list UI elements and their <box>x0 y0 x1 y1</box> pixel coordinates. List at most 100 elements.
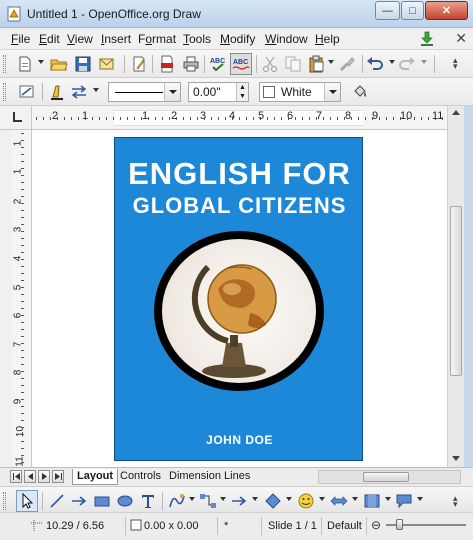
menu-tools[interactable]: Tools <box>183 32 211 46</box>
chevron-down-icon[interactable] <box>417 497 423 501</box>
ruler-tick <box>127 117 128 120</box>
ruler-tick <box>323 117 324 120</box>
vertical-ruler[interactable]: 11234567891011 <box>12 130 32 467</box>
curve-tool[interactable] <box>166 490 188 512</box>
chevron-down-icon[interactable] <box>38 60 44 64</box>
menu-edit[interactable]: Edit <box>39 32 60 46</box>
toolbar-overflow-icon[interactable]: ▴ ▾ <box>453 56 458 71</box>
arrow-style-button[interactable] <box>68 81 90 103</box>
menu-format[interactable]: Format <box>138 32 176 46</box>
curve-icon <box>169 494 185 508</box>
spin-buttons[interactable]: ▲ ▼ <box>236 83 248 101</box>
close-button[interactable]: ✕ <box>425 1 468 20</box>
ruler-tick <box>141 117 142 120</box>
undo-button[interactable] <box>364 53 386 75</box>
connector-tool[interactable] <box>197 490 219 512</box>
minimize-icon: — <box>382 4 393 17</box>
line-width-field[interactable]: 0.00" ▲ ▼ <box>188 82 249 102</box>
toolbar-overflow-icon[interactable]: ▴ ▾ <box>453 494 458 509</box>
chevron-down-icon[interactable] <box>385 497 391 501</box>
first-tab-button[interactable] <box>10 470 22 483</box>
toolbar-grip[interactable] <box>3 492 6 510</box>
tab-stop-icon[interactable] <box>13 112 22 122</box>
menu-file[interactable]: File <box>11 32 30 46</box>
scroll-down-icon[interactable] <box>452 456 460 461</box>
chevron-down-icon[interactable] <box>189 497 195 501</box>
horizontal-scrollbar[interactable] <box>318 470 461 484</box>
tab-dimension-lines[interactable]: Dimension Lines <box>165 469 254 485</box>
tab-controls[interactable]: Controls <box>116 469 165 485</box>
cut-button[interactable] <box>259 53 281 75</box>
next-tab-button[interactable] <box>38 470 50 483</box>
minimize-button[interactable]: — <box>375 1 400 20</box>
text-tool[interactable] <box>137 490 159 512</box>
rectangle-tool[interactable] <box>91 490 113 512</box>
zoom-out-icon[interactable]: ⊖ <box>371 518 381 532</box>
chevron-down-icon[interactable] <box>93 88 99 92</box>
basic-shapes-tool[interactable] <box>262 490 284 512</box>
edit-file-button[interactable] <box>128 53 150 75</box>
arrow-line-tool[interactable] <box>68 490 90 512</box>
chevron-down-icon[interactable] <box>164 83 180 101</box>
menu-window[interactable]: Window <box>265 32 308 46</box>
scrollbar-thumb[interactable] <box>450 206 462 376</box>
tab-layout[interactable]: Layout <box>72 469 119 485</box>
open-button[interactable] <box>48 53 70 75</box>
update-available-icon[interactable] <box>419 31 435 47</box>
ruler-tick <box>21 329 24 330</box>
ruler-label: 1 <box>82 110 89 122</box>
new-button[interactable] <box>14 53 36 75</box>
print-button[interactable] <box>180 53 202 75</box>
redo-button[interactable] <box>396 53 418 75</box>
block-arrows-tool[interactable] <box>328 490 350 512</box>
edit-file-icon <box>133 56 145 72</box>
vertical-scrollbar[interactable] <box>447 106 464 467</box>
clone-formatting-button[interactable] <box>336 53 358 75</box>
menu-view[interactable]: View <box>67 32 93 46</box>
line-style-select[interactable] <box>108 82 181 102</box>
save-button[interactable] <box>72 53 94 75</box>
send-button[interactable] <box>96 53 118 75</box>
line-color-button[interactable] <box>46 81 68 103</box>
drawing-canvas[interactable]: ENGLISH FOR GLOBAL CITIZENS JOHN DOE <box>32 130 447 467</box>
close-document-icon[interactable]: ✕ <box>455 30 467 47</box>
menu-help[interactable]: Help <box>315 32 340 46</box>
line-tool[interactable] <box>46 490 68 512</box>
ellipse-tool[interactable] <box>114 490 136 512</box>
last-tab-button[interactable] <box>52 470 64 483</box>
flowchart-tool[interactable] <box>361 490 383 512</box>
copy-button[interactable] <box>282 53 304 75</box>
scroll-up-icon[interactable] <box>452 110 460 115</box>
chevron-down-icon[interactable] <box>286 497 292 501</box>
callouts-tool[interactable] <box>393 490 415 512</box>
maximize-button[interactable]: □ <box>401 1 424 20</box>
scrollbar-thumb[interactable] <box>363 472 409 482</box>
lines-arrows-tool[interactable] <box>228 490 250 512</box>
horizontal-ruler[interactable]: 2 1 1 2 3 4 5 6 7 8 9 10 11 <box>32 106 460 130</box>
chevron-down-icon[interactable] <box>421 60 427 64</box>
paste-button[interactable] <box>305 53 327 75</box>
toolbar-grip[interactable] <box>3 55 6 73</box>
area-style-button[interactable] <box>349 81 371 103</box>
export-pdf-button[interactable] <box>156 53 178 75</box>
book-cover[interactable]: ENGLISH FOR GLOBAL CITIZENS JOHN DOE <box>114 137 363 461</box>
menu-modify[interactable]: Modify <box>220 32 255 46</box>
chevron-down-icon[interactable] <box>389 60 395 64</box>
zoom-slider-knob[interactable] <box>396 519 403 530</box>
chevron-down-icon[interactable] <box>352 497 358 501</box>
ruler-tick <box>428 117 429 120</box>
chevron-down-icon[interactable] <box>328 60 334 64</box>
spellcheck-button[interactable]: ABC <box>207 53 229 75</box>
symbol-shapes-tool[interactable] <box>295 490 317 512</box>
chevron-down-icon[interactable] <box>324 83 340 101</box>
menu-insert[interactable]: Insert <box>101 32 131 46</box>
toolbar-grip[interactable] <box>3 83 6 101</box>
prev-tab-button[interactable] <box>24 470 36 483</box>
line-style-dialog-button[interactable] <box>16 81 38 103</box>
chevron-down-icon[interactable] <box>252 497 258 501</box>
fill-color-select[interactable]: White <box>259 82 341 102</box>
chevron-down-icon[interactable] <box>220 497 226 501</box>
auto-spellcheck-button[interactable]: ABC <box>230 53 252 75</box>
chevron-down-icon[interactable] <box>319 497 325 501</box>
select-tool[interactable] <box>16 490 38 512</box>
